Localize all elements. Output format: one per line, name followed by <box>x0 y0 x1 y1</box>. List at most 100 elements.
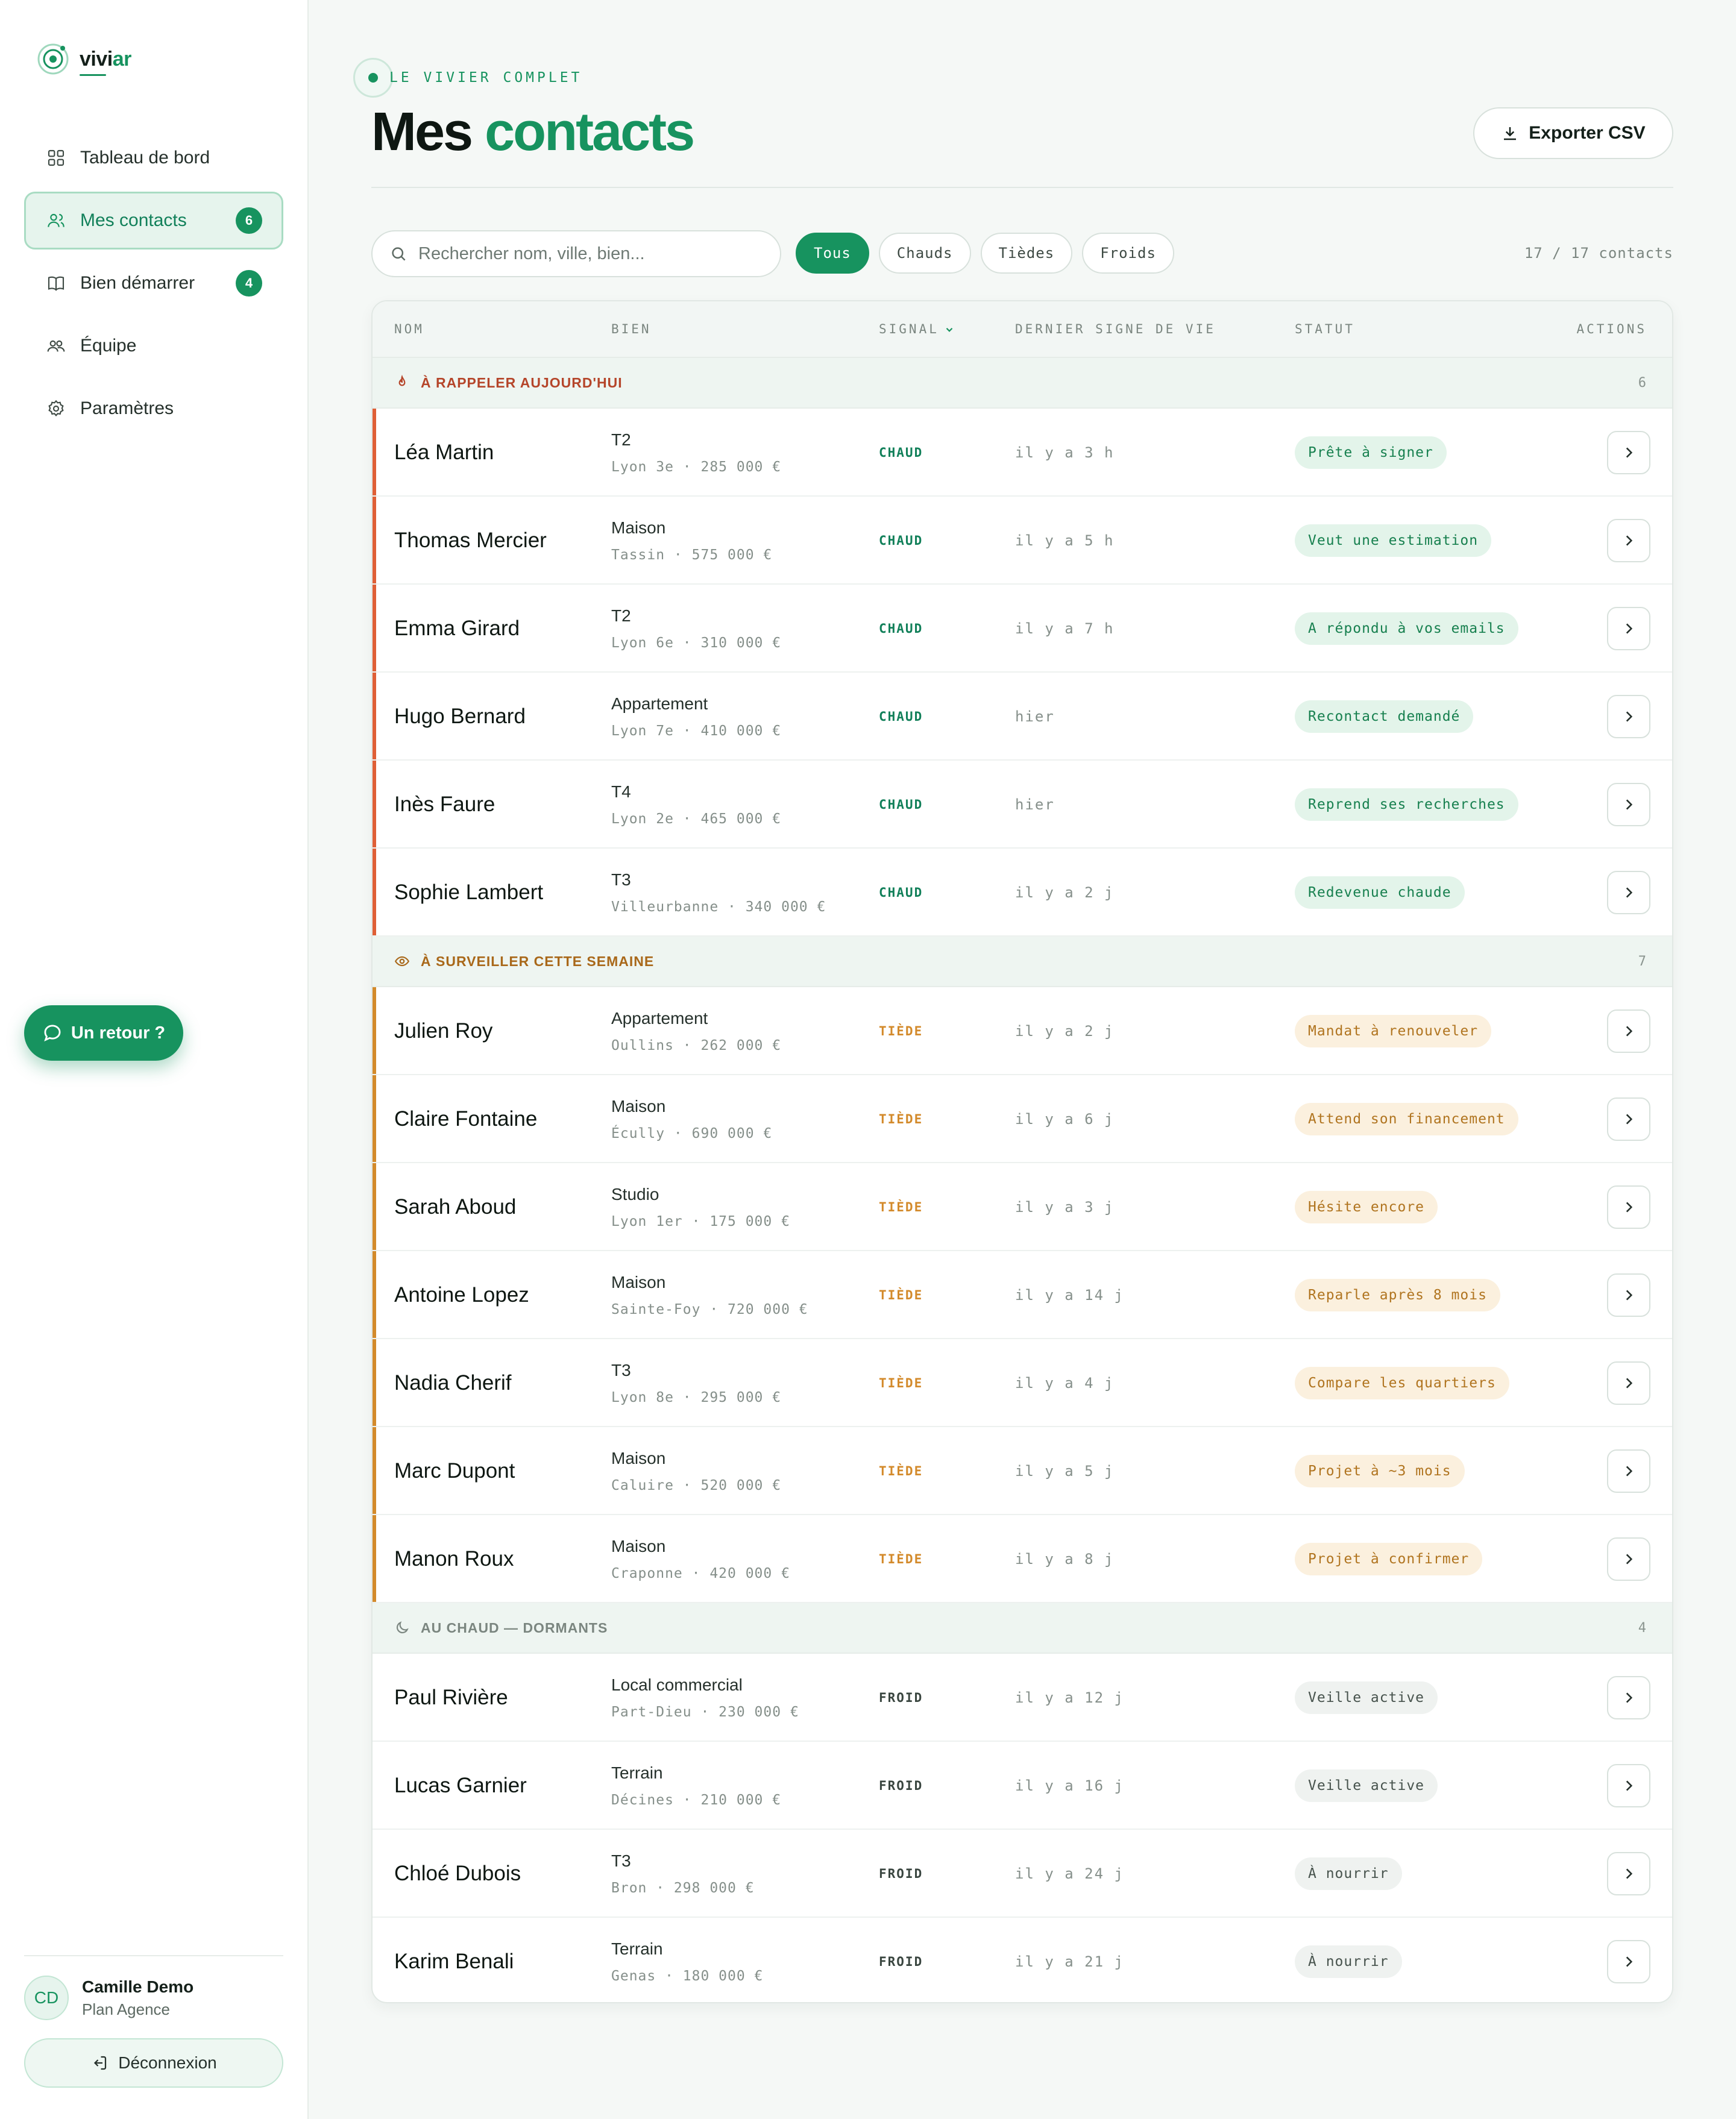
table-row[interactable]: Antoine Lopez Maison Sainte-Foy · 720 000 … <box>373 1251 1672 1339</box>
contact-name[interactable]: Sophie Lambert <box>394 849 543 937</box>
column-header-signal[interactable]: SIGNAL <box>879 322 955 336</box>
open-contact-button[interactable] <box>1607 519 1650 562</box>
table-row[interactable]: Inès Faure T4 Lyon 2e · 465 000 € CHAUD hier… <box>373 761 1672 849</box>
open-contact-button[interactable] <box>1607 1764 1650 1807</box>
signal-bar <box>373 497 376 583</box>
avatar: CD <box>24 1976 69 2020</box>
export-csv-button[interactable]: Exporter CSV <box>1473 107 1673 159</box>
table-row[interactable]: Chloé Dubois T3 Bron · 298 000 € FROID il y … <box>373 1830 1672 1918</box>
open-contact-button[interactable] <box>1607 1097 1650 1141</box>
group-count: 7 <box>1638 953 1647 969</box>
property-location: Lyon 2e · 465 000 € <box>611 811 782 827</box>
property-cell: T3 Bron · 298 000 € <box>611 1851 755 1896</box>
property-type: T4 <box>611 782 631 801</box>
open-contact-button[interactable] <box>1607 431 1650 474</box>
property-cell: Terrain Genas · 180 000 € <box>611 1939 763 1984</box>
filter-all[interactable]: Tous <box>796 233 869 274</box>
open-contact-button[interactable] <box>1607 1852 1650 1895</box>
signal-label: CHAUD <box>879 533 923 548</box>
table-row[interactable]: Karim Benali Terrain Genas · 180 000 € FROI… <box>373 1918 1672 2002</box>
filter-hot[interactable]: Chauds <box>878 233 971 274</box>
sidebar-item-getting-started[interactable]: Bien démarrer 4 <box>24 254 283 312</box>
contact-name[interactable]: Marc Dupont <box>394 1427 515 1515</box>
status-cell: Redevenue chaude <box>1295 849 1465 937</box>
table-row[interactable]: Léa Martin T2 Lyon 3e · 285 000 € CHAUD il y… <box>373 409 1672 497</box>
open-contact-button[interactable] <box>1607 1537 1650 1581</box>
contact-name[interactable]: Nadia Cherif <box>394 1339 512 1427</box>
open-contact-button[interactable] <box>1607 1273 1650 1317</box>
signal-label: CHAUD <box>879 885 923 900</box>
property-type: Maison <box>611 1097 666 1116</box>
open-contact-button[interactable] <box>1607 607 1650 650</box>
column-header-seen[interactable]: DERNIER SIGNE DE VIE <box>1015 322 1216 336</box>
signal-bar <box>373 987 376 1074</box>
table-row[interactable]: Sarah Aboud Studio Lyon 1er · 175 000 € TIÈ… <box>373 1163 1672 1251</box>
property-type: T3 <box>611 1851 631 1870</box>
open-contact-button[interactable] <box>1607 1940 1650 1983</box>
logo[interactable]: viviar <box>36 42 131 76</box>
open-contact-button[interactable] <box>1607 1185 1650 1229</box>
last-seen: il y a 2 j <box>1015 884 1115 901</box>
open-contact-button[interactable] <box>1607 695 1650 738</box>
contact-name[interactable]: Manon Roux <box>394 1515 514 1603</box>
open-contact-button[interactable] <box>1607 871 1650 914</box>
contact-name[interactable]: Antoine Lopez <box>394 1251 529 1339</box>
contact-name[interactable]: Claire Fontaine <box>394 1075 537 1163</box>
property-location: Genas · 180 000 € <box>611 1968 764 1984</box>
column-header-name[interactable]: NOM <box>394 322 424 336</box>
open-contact-button[interactable] <box>1607 783 1650 826</box>
search-box[interactable] <box>371 230 781 277</box>
filter-cold[interactable]: Froids <box>1082 233 1174 274</box>
open-contact-button[interactable] <box>1607 1361 1650 1405</box>
contact-name[interactable]: Paul Rivière <box>394 1654 508 1742</box>
column-header-status[interactable]: STATUT <box>1295 322 1355 336</box>
table-row[interactable]: Nadia Cherif T3 Lyon 8e · 295 000 € TIÈDE il… <box>373 1339 1672 1427</box>
property-cell: Maison Sainte-Foy · 720 000 € <box>611 1273 808 1317</box>
search-input[interactable] <box>418 243 768 264</box>
table-row[interactable]: Marc Dupont Maison Caluire · 520 000 € TIÈD… <box>373 1427 1672 1515</box>
property-cell: Studio Lyon 1er · 175 000 € <box>611 1185 790 1229</box>
sidebar-item-label: Paramètres <box>80 398 174 418</box>
signal-bar <box>373 1163 376 1250</box>
contact-name[interactable]: Hugo Bernard <box>394 673 526 761</box>
contact-name[interactable]: Léa Martin <box>394 409 494 497</box>
table-row[interactable]: Paul Rivière Local commercial Part-Dieu · … <box>373 1654 1672 1742</box>
table-header: NOM BIEN SIGNAL DERNIER SIGNE DE VIE STA… <box>373 301 1672 358</box>
sidebar-item-team[interactable]: Équipe <box>24 317 283 375</box>
table-row[interactable]: Thomas Mercier Maison Tassin · 575 000 € CH… <box>373 497 1672 585</box>
sidebar-item-contacts[interactable]: Mes contacts 6 <box>24 192 283 250</box>
contact-name[interactable]: Lucas Garnier <box>394 1742 527 1830</box>
status-badge: Reprend ses recherches <box>1295 788 1518 821</box>
contact-name[interactable]: Julien Roy <box>394 987 492 1075</box>
filter-warm[interactable]: Tièdes <box>980 233 1073 274</box>
open-contact-button[interactable] <box>1607 1676 1650 1719</box>
table-row[interactable]: Claire Fontaine Maison Écully · 690 000 € T… <box>373 1075 1672 1163</box>
sidebar-item-dashboard[interactable]: Tableau de bord <box>24 129 283 187</box>
contact-name[interactable]: Karim Benali <box>394 1918 514 2002</box>
contact-name[interactable]: Chloé Dubois <box>394 1830 521 1918</box>
table-row[interactable]: Lucas Garnier Terrain Décines · 210 000 € F… <box>373 1742 1672 1830</box>
status-badge: Hésite encore <box>1295 1191 1438 1223</box>
chevron-right-icon <box>1626 1780 1633 1791</box>
table-row[interactable]: Sophie Lambert T3 Villeurbanne · 340 000 €… <box>373 849 1672 937</box>
contact-name[interactable]: Inès Faure <box>394 761 495 849</box>
contact-name[interactable]: Thomas Mercier <box>394 497 547 585</box>
column-header-bien[interactable]: BIEN <box>611 322 652 336</box>
export-label: Exporter CSV <box>1529 123 1646 143</box>
table-row[interactable]: Emma Girard T2 Lyon 6e · 310 000 € CHAUD il … <box>373 585 1672 673</box>
property-type: Maison <box>611 1537 666 1556</box>
contact-name[interactable]: Sarah Aboud <box>394 1163 516 1251</box>
feedback-button[interactable]: Un retour ? <box>24 1005 183 1061</box>
open-contact-button[interactable] <box>1607 1449 1650 1493</box>
property-location: Écully · 690 000 € <box>611 1126 773 1141</box>
table-row[interactable]: Hugo Bernard Appartement Lyon 7e · 410 000… <box>373 673 1672 761</box>
table-row[interactable]: Manon Roux Maison Craponne · 420 000 € TIÈD… <box>373 1515 1672 1603</box>
sidebar-item-settings[interactable]: Paramètres <box>24 380 283 438</box>
open-contact-button[interactable] <box>1607 1009 1650 1053</box>
status-cell: Recontact demandé <box>1295 673 1474 761</box>
table-row[interactable]: Julien Roy Appartement Oullins · 262 000 €… <box>373 987 1672 1075</box>
user-card: CD Camille Demo Plan Agence <box>24 1976 193 2020</box>
download-icon <box>1504 127 1517 140</box>
contact-name[interactable]: Emma Girard <box>394 585 520 673</box>
logout-button[interactable]: Déconnexion <box>24 2038 283 2088</box>
